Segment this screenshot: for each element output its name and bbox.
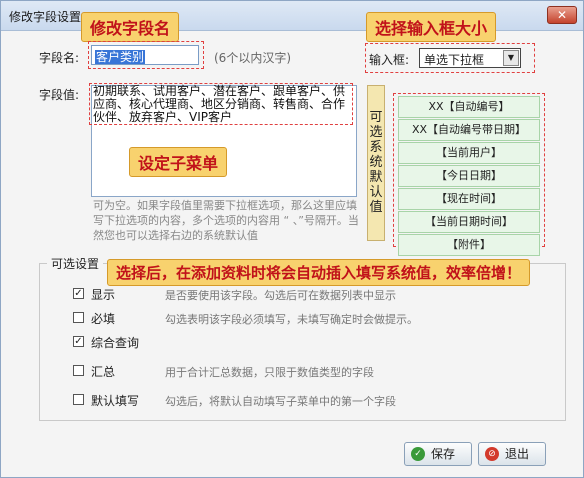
option-summary-label: 汇总 xyxy=(91,365,116,379)
save-button[interactable]: ✓ 保存 xyxy=(404,442,472,466)
callout-edit-field-name: 修改字段名 xyxy=(81,12,180,42)
option-display-checkbox[interactable]: ✓ xyxy=(73,288,84,299)
exit-button[interactable]: ⊘ 退出 xyxy=(478,442,546,466)
input-box-label: 输入框: xyxy=(369,53,410,67)
system-default-button[interactable]: 可 选 系 统 默 认 值 xyxy=(367,85,385,241)
callout-set-submenu: 设定子菜单 xyxy=(129,147,228,177)
field-name-label: 字段名: xyxy=(39,51,80,65)
field-name-hint: (6个以内汉字) xyxy=(214,51,291,65)
option-default-fill-label: 默认填写 xyxy=(91,394,140,408)
option-required-checkbox[interactable] xyxy=(73,312,84,323)
field-name-input[interactable]: 客户类别 xyxy=(91,45,199,65)
options-legend: 可选设置 xyxy=(47,255,104,272)
check-icon: ✓ xyxy=(411,447,425,461)
save-button-label: 保存 xyxy=(431,447,456,461)
option-summary-desc: 用于合计汇总数据，只限于数值类型的字段 xyxy=(165,366,374,379)
option-summary-checkbox[interactable] xyxy=(73,365,84,376)
system-value-current-user[interactable]: 【当前用户】 xyxy=(398,142,540,164)
input-box-selected: 单选下拉框 xyxy=(424,53,485,67)
callout-auto-insert-tip: 选择后，在添加资料时将会自动插入填写系统值，效率倍增！ xyxy=(107,259,531,286)
system-value-today-date[interactable]: 【今日日期】 xyxy=(398,165,540,187)
field-name-value: 客户类别 xyxy=(95,50,146,64)
dialog-window: 修改字段设置 ✕ 修改字段名 选择输入框大小 字段名: 客户类别 (6个以内汉字… xyxy=(0,0,584,478)
system-default-char: 选 xyxy=(369,125,383,140)
chevron-down-icon[interactable]: ▼ xyxy=(503,50,519,66)
input-box-select[interactable]: 单选下拉框 ▼ xyxy=(419,48,521,68)
option-display-desc: 是否要使用该字段。勾选后可在数据列表中显示 xyxy=(165,289,396,302)
system-default-char: 系 xyxy=(369,140,383,155)
system-value-auto-number[interactable]: XX【自动编号】 xyxy=(398,96,540,118)
field-value-hint: 可为空。如果字段值里需要下拉框选项，那么这里应填写下拉选项的内容，多个选项的内容… xyxy=(93,199,359,242)
close-button[interactable]: ✕ xyxy=(547,6,577,24)
option-default-fill-desc: 勾选后，将默认自动填写子菜单中的第一个字段 xyxy=(165,395,396,408)
option-required-desc: 勾选表明该字段必须填写，未填写确定时会做提示。 xyxy=(165,313,418,326)
system-value-now-time[interactable]: 【现在时间】 xyxy=(398,188,540,210)
system-default-char: 值 xyxy=(369,200,383,215)
no-entry-icon: ⊘ xyxy=(485,447,499,461)
system-value-auto-number-date[interactable]: XX【自动编号带日期】 xyxy=(398,119,540,141)
window-title: 修改字段设置 xyxy=(9,10,82,24)
field-value-content: 初期联系、试用客户、潜在客户、跟单客户、供应商、核心代理商、地区分销商、转售商、… xyxy=(93,84,346,124)
system-default-char: 可 xyxy=(369,110,383,125)
callout-select-input-size: 选择输入框大小 xyxy=(366,12,497,42)
system-default-char: 统 xyxy=(369,155,383,170)
option-combined-query-checkbox[interactable]: ✓ xyxy=(73,336,84,347)
system-default-char: 认 xyxy=(369,185,383,200)
system-default-char: 默 xyxy=(369,170,383,185)
option-default-fill-checkbox[interactable] xyxy=(73,394,84,405)
option-combined-query-label: 综合查询 xyxy=(91,336,140,350)
field-value-label: 字段值: xyxy=(39,88,80,102)
exit-button-label: 退出 xyxy=(505,447,530,461)
option-display-label: 显示 xyxy=(91,288,116,302)
system-value-current-datetime[interactable]: 【当前日期时间】 xyxy=(398,211,540,233)
system-value-attachment[interactable]: 【附件】 xyxy=(398,234,540,256)
option-required-label: 必填 xyxy=(91,312,116,326)
